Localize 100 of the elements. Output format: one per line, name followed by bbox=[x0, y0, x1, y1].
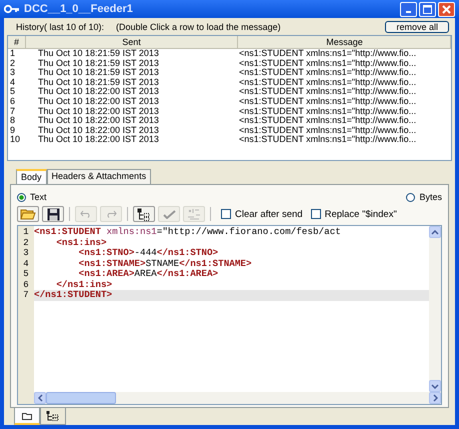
table-row[interactable]: 8 Thu Oct 10 18:22:00 IST 2013 <ns1:STUDENT xmlns:ns1="http://www.fio... bbox=[8, 116, 451, 126]
table-cell-text: <ns1:STUDENT xmlns:ns1="http://www.fio... bbox=[238, 126, 418, 136]
undo-icon bbox=[80, 210, 92, 218]
tree-view-button[interactable] bbox=[133, 206, 155, 222]
table-cell-text: <ns1:STUDENT xmlns:ns1="http://www.fio... bbox=[238, 78, 418, 88]
table-row[interactable]: 2 Thu Oct 10 18:21:59 IST 2013 <ns1:STUDENT xmlns:ns1="http://www.fio... bbox=[8, 58, 451, 68]
table-row[interactable]: 3 Thu Oct 10 18:21:59 IST 2013 <ns1:STUDENT xmlns:ns1="http://www.fio... bbox=[8, 68, 451, 78]
folder-icon bbox=[20, 208, 36, 220]
table-row[interactable]: 4 Thu Oct 10 18:21:59 IST 2013 <ns1:STUDENT xmlns:ns1="http://www.fio... bbox=[8, 78, 451, 88]
table-cell-text: Thu Oct 10 18:21:59 IST 2013 bbox=[37, 58, 160, 68]
table-cell-text: Thu Oct 10 18:22:00 IST 2013 bbox=[37, 126, 160, 136]
redo-icon bbox=[105, 210, 117, 218]
line-number: 4 bbox=[22, 258, 30, 269]
checkbox-label: Replace "$index" bbox=[324, 208, 397, 220]
line-number: 7 bbox=[22, 290, 30, 300]
open-button[interactable] bbox=[17, 206, 39, 222]
table-cell-text: <ns1:STUDENT xmlns:ns1="http://www.fio... bbox=[238, 106, 418, 116]
code-line: <ns1:AREA>AREA</ns1:AREA> bbox=[78, 269, 220, 280]
table-cell-text: Thu Oct 10 18:21:59 IST 2013 bbox=[37, 68, 160, 78]
checkbox[interactable]: Clear after send bbox=[221, 208, 303, 220]
table-cell-text: 10 bbox=[9, 135, 22, 145]
maximize-button[interactable] bbox=[419, 2, 436, 16]
table-cell-text: Thu Oct 10 18:22:00 IST 2013 bbox=[37, 96, 160, 107]
checkbox[interactable]: Replace "$index" bbox=[310, 208, 397, 220]
code-line: <ns1:ins> bbox=[55, 238, 108, 248]
scroll-down-button[interactable] bbox=[429, 380, 441, 392]
remove-all-button[interactable]: remove all bbox=[385, 21, 449, 33]
history-hint: (Double Click a row to load the message) bbox=[116, 22, 282, 32]
scroll-right-button[interactable] bbox=[429, 392, 441, 404]
horizontal-scrollbar[interactable] bbox=[34, 392, 441, 404]
line-number: 2 bbox=[22, 238, 30, 248]
line-number: 5 bbox=[22, 269, 30, 280]
save-button[interactable] bbox=[42, 206, 64, 222]
tree-view-tab[interactable] bbox=[40, 408, 66, 425]
chevron-down-icon bbox=[431, 384, 439, 388]
tab[interactable]: Body bbox=[16, 169, 47, 184]
column-header[interactable]: Message bbox=[238, 36, 451, 48]
chevron-left-icon bbox=[38, 394, 42, 402]
line-number: 3 bbox=[22, 248, 30, 258]
radio-label: Bytes bbox=[419, 192, 442, 202]
code-line: <ns1:STUDENT xmlns:ns1="http://www.fiorano.com/fesb/act bbox=[34, 227, 342, 238]
radio-button[interactable]: Bytes bbox=[406, 192, 442, 202]
tab[interactable]: Headers & Attachments bbox=[46, 169, 152, 184]
table-cell-text: 8 bbox=[9, 116, 16, 126]
table-cell-text: 3 bbox=[9, 68, 16, 78]
table-cell-text: <ns1:STUDENT xmlns:ns1="http://www.fio... bbox=[238, 96, 418, 107]
table-cell-text: 2 bbox=[9, 58, 16, 68]
line-number: 6 bbox=[22, 280, 30, 290]
table-cell-text: Thu Oct 10 18:22:00 IST 2013 bbox=[37, 116, 160, 126]
table-cell-text: <ns1:STUDENT xmlns:ns1="http://www.fio... bbox=[238, 135, 418, 145]
table-cell-text: <ns1:STUDENT xmlns:ns1="http://www.fio... bbox=[238, 87, 418, 97]
table-cell-text: 5 bbox=[9, 87, 16, 97]
table-cell-text: <ns1:STUDENT xmlns:ns1="http://www.fio... bbox=[238, 116, 418, 126]
code-editor[interactable]: 1 2 3 4 5 6 7 <ns1:STUDENT xmlns:ns1="http://www.fiorano.com/fesb/act <ns1:ins> <ns1:STNO>-444</ns1:STNO> <ns1:STNAME>STNAME</ns1:STNAME> <ns1:AREA>AREA</ns1:AREA> </ns1:ins> </ns1:STUDENT> bbox=[17, 225, 442, 405]
scroll-up-button[interactable] bbox=[429, 226, 441, 238]
folder-icon bbox=[22, 412, 32, 420]
column-header[interactable]: # bbox=[8, 36, 26, 48]
convert-icon bbox=[187, 208, 201, 220]
table-cell-text: 9 bbox=[9, 126, 16, 136]
tree-icon bbox=[137, 208, 151, 220]
table-cell-text: 6 bbox=[9, 96, 16, 107]
column-header[interactable]: Sent bbox=[26, 36, 238, 48]
table-cell-text: Thu Oct 10 18:21:59 IST 2013 bbox=[37, 78, 160, 88]
radio-button[interactable]: Text bbox=[17, 192, 47, 202]
table-cell-text: 1 bbox=[9, 49, 16, 59]
maximize-icon bbox=[423, 4, 432, 14]
table-cell-text: Thu Oct 10 18:21:59 IST 2013 bbox=[37, 49, 160, 59]
minimize-button[interactable] bbox=[400, 2, 417, 16]
chevron-up-icon bbox=[431, 230, 439, 234]
table-row[interactable]: 1 Thu Oct 10 18:21:59 IST 2013 <ns1:STUDENT xmlns:ns1="http://www.fio... bbox=[8, 49, 451, 59]
table-row[interactable]: 7 Thu Oct 10 18:22:00 IST 2013 <ns1:STUDENT xmlns:ns1="http://www.fio... bbox=[8, 106, 451, 116]
key-icon bbox=[4, 4, 20, 14]
scroll-left-button[interactable] bbox=[34, 392, 46, 404]
table-row[interactable]: 5 Thu Oct 10 18:22:00 IST 2013 <ns1:STUDENT xmlns:ns1="http://www.fio... bbox=[8, 87, 451, 97]
tree-icon bbox=[46, 411, 60, 421]
table-cell-text: <ns1:STUDENT xmlns:ns1="http://www.fio... bbox=[238, 58, 418, 68]
close-button[interactable] bbox=[438, 2, 455, 16]
table-row[interactable]: 9 Thu Oct 10 18:22:00 IST 2013 <ns1:STUDENT xmlns:ns1="http://www.fio... bbox=[8, 126, 451, 136]
scroll-thumb[interactable] bbox=[46, 392, 116, 404]
window-title: DCC__1_0__Feeder1 bbox=[24, 3, 134, 15]
close-icon bbox=[442, 4, 451, 14]
checkbox-label: Clear after send bbox=[235, 208, 303, 220]
table-cell-text: <ns1:STUDENT xmlns:ns1="http://www.fio... bbox=[238, 49, 418, 59]
table-cell-text: 4 bbox=[9, 78, 16, 88]
radio-label: Text bbox=[30, 192, 47, 202]
table-cell-text: Thu Oct 10 18:22:00 IST 2013 bbox=[37, 135, 160, 145]
table-cell-text: <ns1:STUDENT xmlns:ns1="http://www.fio... bbox=[238, 68, 418, 78]
code-line: <ns1:STNO>-444</ns1:STNO> bbox=[78, 248, 220, 258]
line-number: 1 bbox=[22, 227, 30, 238]
table-cell-text: Thu Oct 10 18:22:00 IST 2013 bbox=[37, 87, 160, 97]
table-cell-text: Thu Oct 10 18:22:00 IST 2013 bbox=[37, 106, 160, 116]
table-cell-text: 7 bbox=[9, 106, 16, 116]
checkmark-icon bbox=[162, 210, 176, 218]
chevron-right-icon bbox=[432, 394, 438, 402]
table-row[interactable]: 10 Thu Oct 10 18:22:00 IST 2013 <ns1:STUDENT xmlns:ns1="http://www.fio... bbox=[8, 135, 451, 145]
document-view-tab[interactable] bbox=[14, 408, 40, 425]
history-label: History( last 10 of 10): bbox=[16, 22, 104, 32]
vertical-scrollbar[interactable] bbox=[429, 226, 441, 392]
table-row[interactable]: 6 Thu Oct 10 18:22:00 IST 2013 <ns1:STUDENT xmlns:ns1="http://www.fio... bbox=[8, 96, 451, 107]
code-line: </ns1:ins> bbox=[55, 280, 114, 290]
